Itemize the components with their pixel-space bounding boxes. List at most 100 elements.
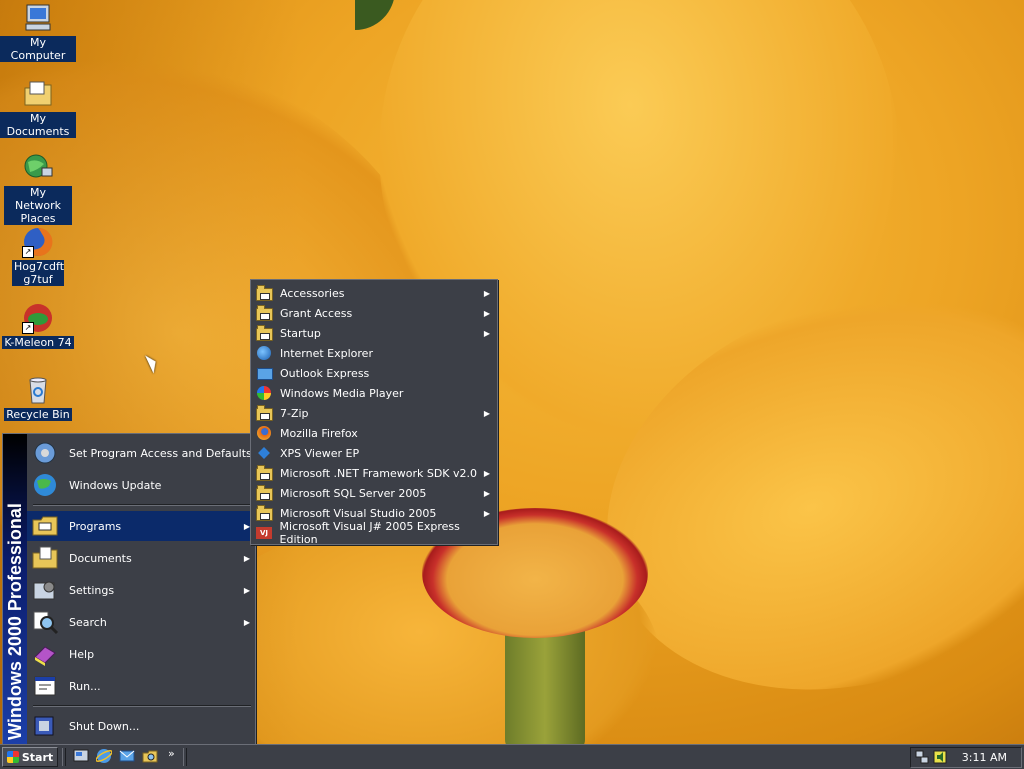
start-item-label: Shut Down... bbox=[69, 719, 140, 733]
start-item-programs[interactable]: Programs ▶ bbox=[27, 511, 255, 541]
programs-folder-icon bbox=[31, 513, 59, 539]
submenu-arrow-icon: ▶ bbox=[243, 553, 250, 563]
shutdown-icon bbox=[31, 713, 59, 739]
windows-update-icon bbox=[31, 472, 59, 498]
folder-icon bbox=[256, 285, 273, 301]
start-item-windows-update[interactable]: Windows Update bbox=[27, 470, 255, 500]
start-button[interactable]: Start bbox=[2, 747, 58, 767]
xps-viewer-icon bbox=[256, 445, 272, 461]
start-item-search[interactable]: Search ▶ bbox=[27, 607, 255, 637]
start-menu-banner: Windows 2000 Professional bbox=[3, 434, 27, 744]
start-menu-separator bbox=[33, 504, 251, 506]
program-item-sql-server[interactable]: Microsoft SQL Server 2005 ▶ bbox=[253, 483, 495, 503]
desktop-icon-label: My Documents bbox=[0, 112, 76, 138]
program-item-label: Outlook Express bbox=[280, 366, 370, 380]
program-item-grant-access[interactable]: Grant Access ▶ bbox=[253, 303, 495, 323]
start-item-label: Settings bbox=[69, 583, 115, 597]
documents-folder-icon bbox=[22, 78, 54, 110]
program-access-icon bbox=[31, 440, 59, 466]
internet-explorer-icon bbox=[256, 345, 272, 361]
settings-icon bbox=[31, 577, 59, 603]
internet-explorer-icon[interactable] bbox=[95, 748, 113, 764]
desktop-icon-label: My Computer bbox=[0, 36, 76, 62]
submenu-arrow-icon: ▶ bbox=[243, 617, 250, 627]
folder-icon bbox=[256, 485, 273, 501]
programs-submenu: Accessories ▶ Grant Access ▶ Startup ▶ I… bbox=[250, 279, 498, 546]
start-item-run[interactable]: Run... bbox=[27, 671, 255, 701]
help-icon bbox=[31, 641, 59, 667]
start-item-shutdown[interactable]: Shut Down... bbox=[27, 711, 255, 741]
folder-icon bbox=[256, 465, 273, 481]
taskbar-grip[interactable] bbox=[183, 748, 187, 766]
program-item-media-player[interactable]: Windows Media Player bbox=[253, 383, 495, 403]
recycle-bin-icon bbox=[22, 374, 54, 406]
program-item-7zip[interactable]: 7-Zip ▶ bbox=[253, 403, 495, 423]
program-item-label: XPS Viewer EP bbox=[280, 446, 360, 460]
program-item-startup[interactable]: Startup ▶ bbox=[253, 323, 495, 343]
shortcut-arrow-icon: ↗ bbox=[22, 322, 34, 334]
program-item-label: 7-Zip bbox=[280, 406, 309, 420]
desktop-icon-label: K-Meleon 74 bbox=[2, 336, 74, 349]
folder-icon bbox=[256, 505, 273, 521]
submenu-arrow-icon: ▶ bbox=[483, 328, 490, 338]
program-item-label: Windows Media Player bbox=[280, 386, 404, 400]
desktop-icon-kmeleon[interactable]: ↗ K-Meleon 74 bbox=[0, 302, 76, 349]
submenu-arrow-icon: ▶ bbox=[243, 585, 250, 595]
system-tray: 3:11 AM bbox=[910, 747, 1022, 768]
start-item-help[interactable]: Help bbox=[27, 639, 255, 669]
folder-icon bbox=[256, 405, 273, 421]
quick-launch-more-button[interactable]: » bbox=[168, 747, 175, 760]
volume-tray-icon[interactable] bbox=[933, 750, 947, 764]
start-item-label: Windows Update bbox=[69, 478, 162, 492]
outlook-express-icon[interactable] bbox=[119, 748, 135, 764]
start-item-settings[interactable]: Settings ▶ bbox=[27, 575, 255, 605]
start-item-program-access[interactable]: Set Program Access and Defaults bbox=[27, 438, 255, 468]
program-item-label: Microsoft Visual Studio 2005 bbox=[280, 506, 437, 520]
start-item-documents[interactable]: Documents ▶ bbox=[27, 543, 255, 573]
program-item-label: Grant Access bbox=[280, 306, 353, 320]
program-item-visual-jsharp[interactable]: VJ Microsoft Visual J# 2005 Express Edit… bbox=[253, 520, 495, 546]
program-item-outlook-express[interactable]: Outlook Express bbox=[253, 363, 495, 383]
submenu-arrow-icon: ▶ bbox=[483, 288, 490, 298]
search-icon bbox=[31, 609, 59, 635]
program-item-label: Microsoft Visual J# 2005 Express Edition bbox=[279, 520, 460, 546]
start-item-label: Documents bbox=[69, 551, 132, 565]
program-item-internet-explorer[interactable]: Internet Explorer bbox=[253, 343, 495, 363]
start-item-label: Run... bbox=[69, 679, 101, 693]
windows-flag-icon bbox=[6, 751, 19, 763]
start-button-label: Start bbox=[21, 750, 54, 764]
desktop-icon-my-computer[interactable]: My Computer bbox=[0, 2, 76, 62]
program-item-accessories[interactable]: Accessories ▶ bbox=[253, 283, 495, 303]
start-item-label: Search bbox=[69, 615, 107, 629]
explorer-icon[interactable] bbox=[142, 748, 158, 764]
firefox-icon: ↗ bbox=[22, 226, 54, 258]
program-item-xps-viewer[interactable]: XPS Viewer EP bbox=[253, 443, 495, 463]
media-player-icon bbox=[256, 385, 272, 401]
taskbar-clock[interactable]: 3:11 AM bbox=[962, 751, 1007, 764]
program-item-label: Microsoft .NET Framework SDK v2.0 bbox=[280, 466, 478, 480]
taskbar-grip[interactable] bbox=[62, 748, 66, 766]
submenu-arrow-icon: ▶ bbox=[483, 508, 490, 518]
desktop-icon-recycle-bin[interactable]: Recycle Bin bbox=[0, 374, 76, 421]
kmeleon-icon: ↗ bbox=[22, 302, 54, 334]
computer-icon bbox=[22, 2, 54, 34]
program-item-label: Mozilla Firefox bbox=[280, 426, 358, 440]
outlook-express-icon bbox=[256, 365, 273, 381]
desktop-icon-my-documents[interactable]: My Documents bbox=[0, 78, 76, 138]
folder-icon bbox=[256, 325, 273, 341]
network-icon bbox=[22, 152, 54, 184]
desktop-icon-label: My Network Places bbox=[4, 186, 72, 225]
shortcut-arrow-icon: ↗ bbox=[22, 246, 34, 258]
program-item-firefox[interactable]: Mozilla Firefox bbox=[253, 423, 495, 443]
start-item-label: Programs bbox=[69, 519, 122, 533]
start-menu-separator bbox=[33, 705, 251, 707]
submenu-arrow-icon: ▶ bbox=[483, 308, 490, 318]
program-item-dotnet-sdk[interactable]: Microsoft .NET Framework SDK v2.0 ▶ bbox=[253, 463, 495, 483]
program-item-label: Microsoft SQL Server 2005 bbox=[280, 486, 427, 500]
start-menu-banner-text: Windows 2000 Professional bbox=[5, 503, 25, 740]
desktop-icon-firefox-shortcut[interactable]: ↗ Hog7cdft g7tuf bbox=[0, 226, 76, 286]
show-desktop-icon[interactable] bbox=[73, 748, 89, 764]
desktop-icon-network-places[interactable]: My Network Places bbox=[0, 152, 76, 225]
start-item-label: Set Program Access and Defaults bbox=[69, 446, 252, 460]
network-tray-icon[interactable] bbox=[915, 750, 929, 764]
